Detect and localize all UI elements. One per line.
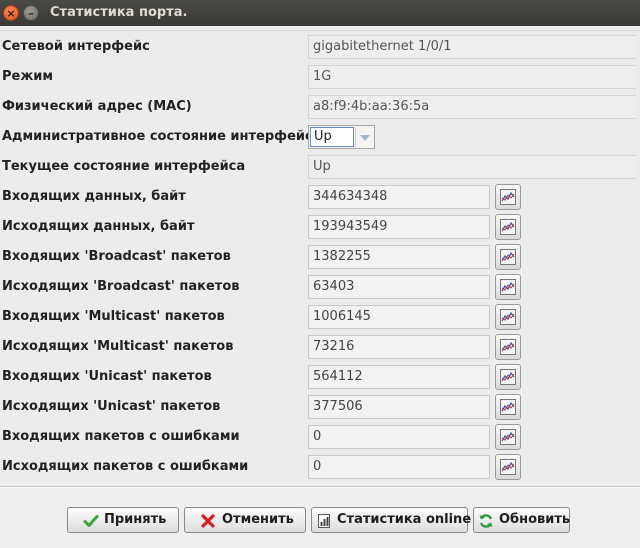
- counter-label: Исходящих данных, байт: [2, 219, 195, 234]
- online-statistics-label: Статистика online: [337, 512, 472, 527]
- chart-button[interactable]: [495, 274, 521, 300]
- interface-field: gigabitethernet 1/0/1: [308, 35, 636, 59]
- counter-label: Исходящих 'Multicast' пакетов: [2, 339, 234, 354]
- counter-row: Входящих 'Multicast' пакетов 1006145: [0, 302, 640, 332]
- chart-button[interactable]: [495, 394, 521, 420]
- minimize-button[interactable]: –: [23, 5, 39, 21]
- counter-value: 377506: [308, 395, 490, 419]
- counter-label: Входящих данных, байт: [2, 189, 186, 204]
- counter-value: 564112: [308, 365, 490, 389]
- row-oper-state: Текущее состояние интерфейса Up: [0, 152, 640, 182]
- row-mac: Физический адрес (MAC) a8:f9:4b:aa:36:5a: [0, 92, 640, 122]
- refresh-button[interactable]: Обновить: [473, 507, 570, 533]
- chart-button[interactable]: [495, 214, 521, 240]
- button-bar: Принять Отменить Статистика online Обнов…: [0, 489, 640, 548]
- window-title: Статистика порта.: [50, 5, 188, 20]
- chart-button[interactable]: [495, 184, 521, 210]
- title-bar: × – Статистика порта.: [0, 0, 640, 26]
- accept-button[interactable]: Принять: [67, 507, 179, 533]
- counter-value: 344634348: [308, 185, 490, 209]
- oper-state-label: Текущее состояние интерфейса: [2, 159, 246, 174]
- interface-label: Сетевой интерфейс: [2, 39, 150, 54]
- counter-label: Исходящих 'Broadcast' пакетов: [2, 279, 240, 294]
- chart-button[interactable]: [495, 304, 521, 330]
- refresh-icon: [479, 514, 493, 528]
- counter-row: Исходящих 'Unicast' пакетов 377506: [0, 392, 640, 422]
- check-icon: [83, 515, 99, 527]
- row-mode: Режим 1G: [0, 62, 640, 92]
- row-admin-state: Административное состояние интерфейса Up: [0, 122, 640, 152]
- counter-row: Входящих 'Broadcast' пакетов 1382255: [0, 242, 640, 272]
- report-icon: [318, 514, 330, 528]
- accept-label: Принять: [104, 512, 167, 527]
- chart-button[interactable]: [495, 424, 521, 450]
- mode-field: 1G: [308, 65, 636, 89]
- counter-label: Входящих 'Broadcast' пакетов: [2, 249, 231, 264]
- online-statistics-button[interactable]: Статистика online: [311, 507, 472, 533]
- counter-value: 0: [308, 455, 490, 479]
- counter-row: Исходящих 'Broadcast' пакетов 63403: [0, 272, 640, 302]
- counter-value: 193943549: [308, 215, 490, 239]
- counter-row: Исходящих пакетов с ошибками 0: [0, 452, 640, 482]
- counter-label: Входящих пакетов с ошибками: [2, 429, 240, 444]
- close-button[interactable]: ×: [3, 5, 19, 21]
- counter-label: Входящих 'Multicast' пакетов: [2, 309, 225, 324]
- admin-state-label: Административное состояние интерфейса: [2, 129, 322, 144]
- chart-button[interactable]: [495, 454, 521, 480]
- counter-label: Входящих 'Unicast' пакетов: [2, 369, 212, 384]
- refresh-label: Обновить: [499, 512, 571, 527]
- chart-button[interactable]: [495, 244, 521, 270]
- mac-field: a8:f9:4b:aa:36:5a: [308, 95, 636, 119]
- counter-value: 0: [308, 425, 490, 449]
- counter-row: Входящих 'Unicast' пакетов 564112: [0, 362, 640, 392]
- chart-button[interactable]: [495, 364, 521, 390]
- separator: [0, 486, 640, 488]
- port-statistics-form: Сетевой интерфейс gigabitethernet 1/0/1 …: [0, 30, 640, 483]
- mode-label: Режим: [2, 69, 54, 84]
- counter-row: Входящих пакетов с ошибками 0: [0, 422, 640, 452]
- chart-button[interactable]: [495, 334, 521, 360]
- row-interface: Сетевой интерфейс gigabitethernet 1/0/1: [0, 32, 640, 62]
- counter-label: Исходящих 'Unicast' пакетов: [2, 399, 221, 414]
- chevron-down-icon[interactable]: [355, 127, 373, 147]
- oper-state-field: Up: [308, 155, 636, 179]
- counter-value: 1006145: [308, 305, 490, 329]
- counter-row: Входящих данных, байт 344634348: [0, 182, 640, 212]
- x-icon: [201, 514, 215, 528]
- counter-row: Исходящих 'Multicast' пакетов 73216: [0, 332, 640, 362]
- admin-state-value[interactable]: Up: [310, 127, 354, 147]
- admin-state-select[interactable]: Up: [308, 125, 375, 149]
- counter-value: 73216: [308, 335, 490, 359]
- counter-label: Исходящих пакетов с ошибками: [2, 459, 249, 474]
- counter-row: Исходящих данных, байт 193943549: [0, 212, 640, 242]
- cancel-label: Отменить: [222, 512, 294, 527]
- counter-value: 1382255: [308, 245, 490, 269]
- cancel-button[interactable]: Отменить: [184, 507, 306, 533]
- counter-value: 63403: [308, 275, 490, 299]
- mac-label: Физический адрес (MAC): [2, 99, 192, 114]
